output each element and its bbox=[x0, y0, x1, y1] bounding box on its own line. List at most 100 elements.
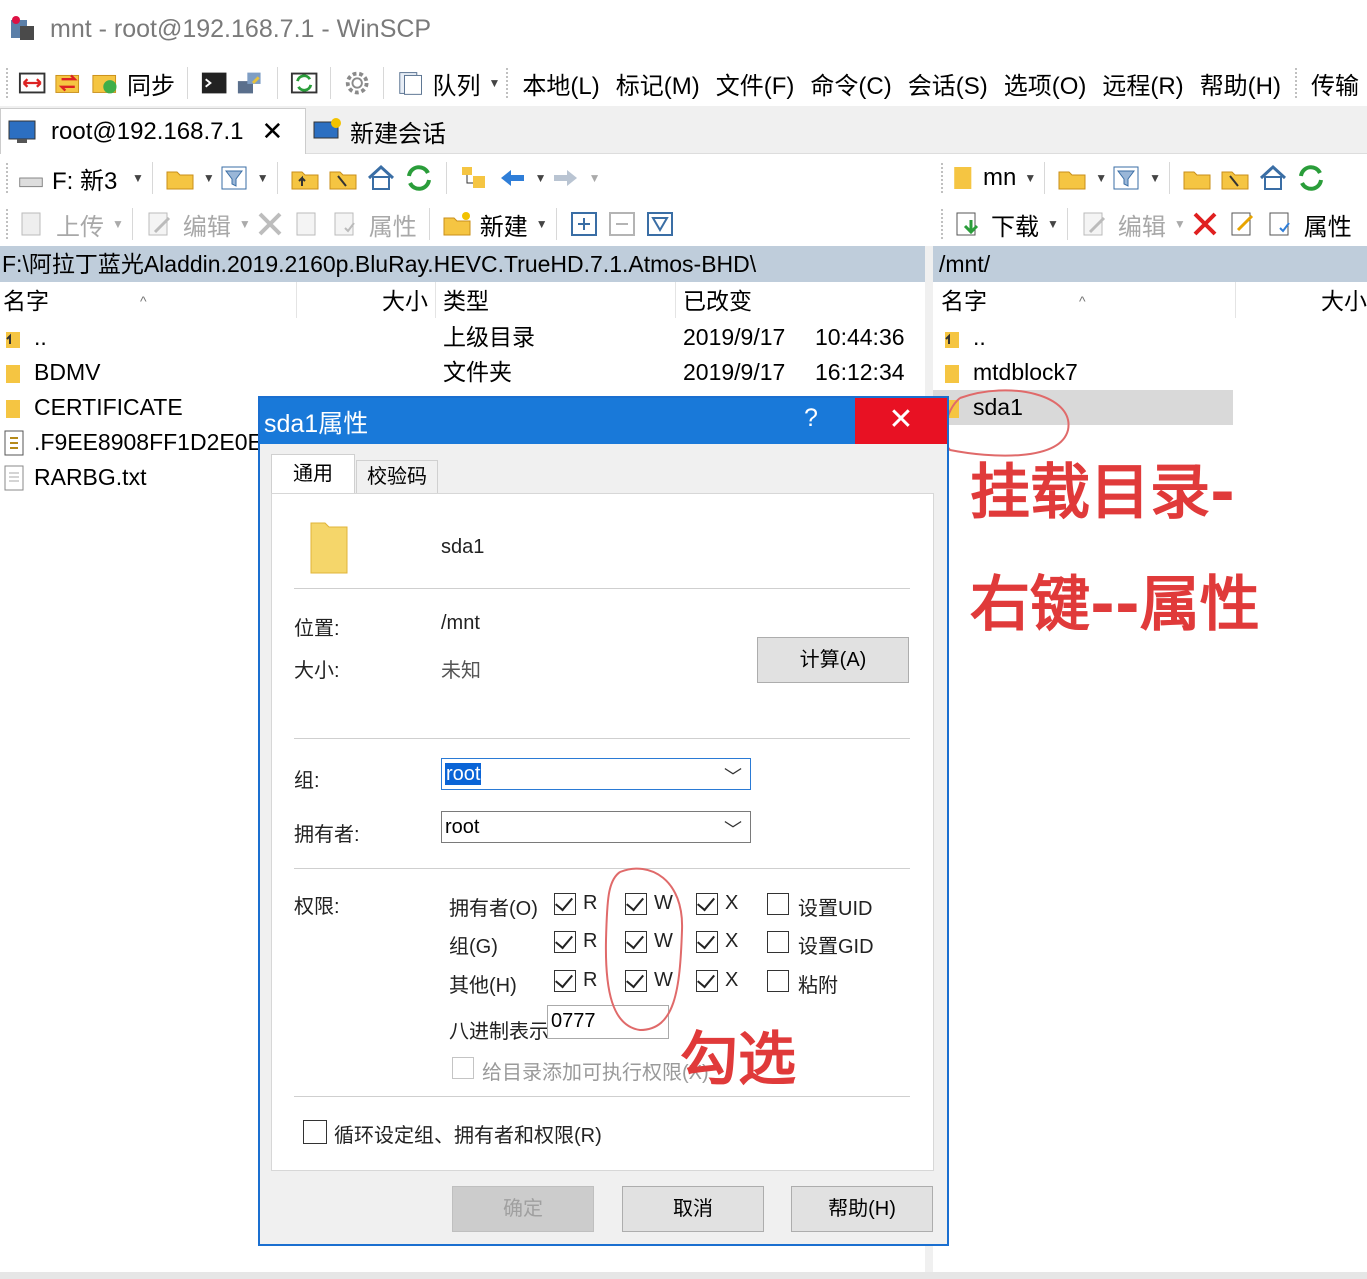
menu-remote[interactable]: 远程(R) bbox=[1102, 66, 1183, 101]
rename-icon[interactable] bbox=[1228, 210, 1258, 238]
properties-icon[interactable] bbox=[1266, 210, 1296, 238]
properties-button[interactable]: 属性 bbox=[369, 207, 417, 242]
other-read-checkbox[interactable] bbox=[554, 970, 576, 992]
new-folder-icon[interactable] bbox=[442, 210, 472, 238]
col-name[interactable]: 名字 bbox=[3, 282, 49, 320]
group-write-checkbox[interactable] bbox=[625, 931, 647, 953]
dropdown-icon[interactable]: ▼ bbox=[589, 171, 601, 185]
dropdown-icon[interactable]: ▼ bbox=[535, 171, 547, 185]
menu-local[interactable]: 本地(L) bbox=[522, 66, 599, 101]
putty-icon[interactable] bbox=[236, 69, 264, 97]
close-icon[interactable]: ✕ bbox=[855, 398, 947, 444]
horizontal-scrollbar[interactable] bbox=[0, 1272, 1367, 1279]
upload-icon[interactable] bbox=[18, 210, 48, 238]
dropdown-icon[interactable]: ▼ bbox=[536, 217, 548, 231]
menu-transfer[interactable]: 传输 bbox=[1311, 66, 1359, 101]
owner-select[interactable]: root ﹀ bbox=[441, 811, 751, 843]
terminal-icon[interactable] bbox=[200, 69, 228, 97]
remote-dir-select[interactable]: mn bbox=[983, 164, 1016, 192]
edit-button[interactable]: 编辑 bbox=[1118, 207, 1166, 242]
menu-command[interactable]: 命令(C) bbox=[810, 66, 891, 101]
queue-icon[interactable] bbox=[396, 69, 424, 97]
col-size[interactable]: 大小 bbox=[1321, 282, 1367, 320]
menu-session[interactable]: 会话(S) bbox=[908, 66, 988, 101]
sticky-checkbox[interactable] bbox=[767, 970, 789, 992]
dropdown-icon[interactable]: ▼ bbox=[203, 171, 215, 185]
other-exec-checkbox[interactable] bbox=[696, 970, 718, 992]
col-modified[interactable]: 已改变 bbox=[683, 282, 752, 320]
upload-button[interactable]: 上传 bbox=[56, 207, 104, 242]
dropdown-icon[interactable]: ▼ bbox=[112, 217, 124, 231]
delete-icon[interactable] bbox=[1190, 210, 1220, 238]
dropdown-icon[interactable]: ▼ bbox=[1047, 217, 1059, 231]
open-folder-icon[interactable] bbox=[165, 164, 195, 192]
menu-file[interactable]: 文件(F) bbox=[716, 66, 795, 101]
refresh-icon[interactable] bbox=[290, 69, 318, 97]
tab-new-session[interactable]: 新建会话 bbox=[308, 108, 468, 154]
menu-help[interactable]: 帮助(H) bbox=[1200, 66, 1281, 101]
drive-dropdown-icon[interactable]: ▼ bbox=[132, 171, 144, 185]
other-write-checkbox[interactable] bbox=[625, 970, 647, 992]
edit-button[interactable]: 编辑 bbox=[183, 207, 231, 242]
queue-dropdown-icon[interactable]: ▼ bbox=[489, 76, 501, 90]
remote-path[interactable]: /mnt/ bbox=[933, 246, 1367, 282]
ok-button[interactable]: 确定 bbox=[452, 1186, 594, 1232]
select-minus-icon[interactable] bbox=[607, 210, 637, 238]
table-row[interactable]: .. bbox=[933, 320, 1367, 355]
owner-exec-checkbox[interactable] bbox=[696, 893, 718, 915]
sync-icon[interactable] bbox=[91, 69, 119, 97]
gear-icon[interactable] bbox=[343, 69, 371, 97]
cancel-button[interactable]: 取消 bbox=[622, 1186, 764, 1232]
calculate-button[interactable]: 计算(A) bbox=[757, 637, 909, 683]
setuid-checkbox[interactable] bbox=[767, 893, 789, 915]
add-exec-checkbox[interactable] bbox=[452, 1057, 474, 1079]
dropdown-icon[interactable]: ▼ bbox=[1095, 171, 1107, 185]
owner-write-checkbox[interactable] bbox=[625, 893, 647, 915]
filter-icon[interactable] bbox=[1111, 164, 1141, 192]
setgid-checkbox[interactable] bbox=[767, 931, 789, 953]
select-plus-icon[interactable] bbox=[569, 210, 599, 238]
home-icon[interactable] bbox=[1258, 164, 1288, 192]
tab-general[interactable]: 通用 bbox=[271, 454, 355, 494]
table-row[interactable]: BDMV 文件夹 2019/9/17 16:12:34 bbox=[0, 355, 925, 390]
col-name[interactable]: 名字 bbox=[941, 282, 987, 320]
toolbar-grip[interactable] bbox=[6, 68, 8, 98]
edit-icon[interactable] bbox=[1080, 210, 1110, 238]
home-icon[interactable] bbox=[366, 164, 396, 192]
tab-checksum[interactable]: 校验码 bbox=[356, 460, 438, 494]
dialog-title-bar[interactable]: sda1属性 ? ✕ bbox=[260, 398, 947, 444]
col-type[interactable]: 类型 bbox=[443, 282, 489, 320]
group-exec-checkbox[interactable] bbox=[696, 931, 718, 953]
sync-browse-icon[interactable] bbox=[54, 69, 82, 97]
reload-icon[interactable] bbox=[1296, 164, 1326, 192]
dropdown-icon[interactable]: ▼ bbox=[239, 217, 251, 231]
table-row[interactable]: mtdblock7 bbox=[933, 355, 1367, 390]
queue-button[interactable]: 队列 bbox=[433, 66, 481, 101]
dropdown-icon[interactable]: ▼ bbox=[1174, 217, 1186, 231]
root-dir-icon[interactable] bbox=[1220, 164, 1250, 192]
menu-mark[interactable]: 标记(M) bbox=[616, 66, 700, 101]
menu-options[interactable]: 选项(O) bbox=[1004, 66, 1087, 101]
local-path[interactable]: F:\阿拉丁蓝光Aladdin.2019.2160p.BluRay.HEVC.T… bbox=[0, 246, 925, 282]
sync-button[interactable]: 同步 bbox=[127, 66, 175, 101]
dropdown-icon[interactable]: ▼ bbox=[1024, 171, 1036, 185]
table-row[interactable]: .. 上级目录 2019/9/17 10:44:36 bbox=[0, 320, 925, 355]
octal-input[interactable]: 0777 bbox=[547, 1005, 669, 1039]
help-icon[interactable]: ? bbox=[804, 404, 818, 433]
parent-dir-icon[interactable] bbox=[290, 164, 320, 192]
root-dir-icon[interactable] bbox=[328, 164, 358, 192]
help-button[interactable]: 帮助(H) bbox=[791, 1186, 933, 1232]
delete-icon[interactable] bbox=[255, 210, 285, 238]
filter-icon[interactable] bbox=[219, 164, 249, 192]
reload-icon[interactable] bbox=[404, 164, 434, 192]
download-button[interactable]: 下载 bbox=[991, 207, 1039, 242]
table-row-selected[interactable]: sda1 bbox=[933, 390, 1233, 425]
properties-icon[interactable] bbox=[331, 210, 361, 238]
tree-icon[interactable] bbox=[459, 164, 489, 192]
compare-dirs-icon[interactable] bbox=[18, 69, 46, 97]
invert-selection-icon[interactable] bbox=[645, 210, 675, 238]
close-tab-icon[interactable]: ✕ bbox=[262, 116, 284, 147]
group-select[interactable]: root ﹀ bbox=[441, 758, 751, 790]
tab-session[interactable]: root@192.168.7.1 ✕ bbox=[0, 108, 306, 154]
forward-arrow-icon[interactable] bbox=[551, 164, 581, 192]
